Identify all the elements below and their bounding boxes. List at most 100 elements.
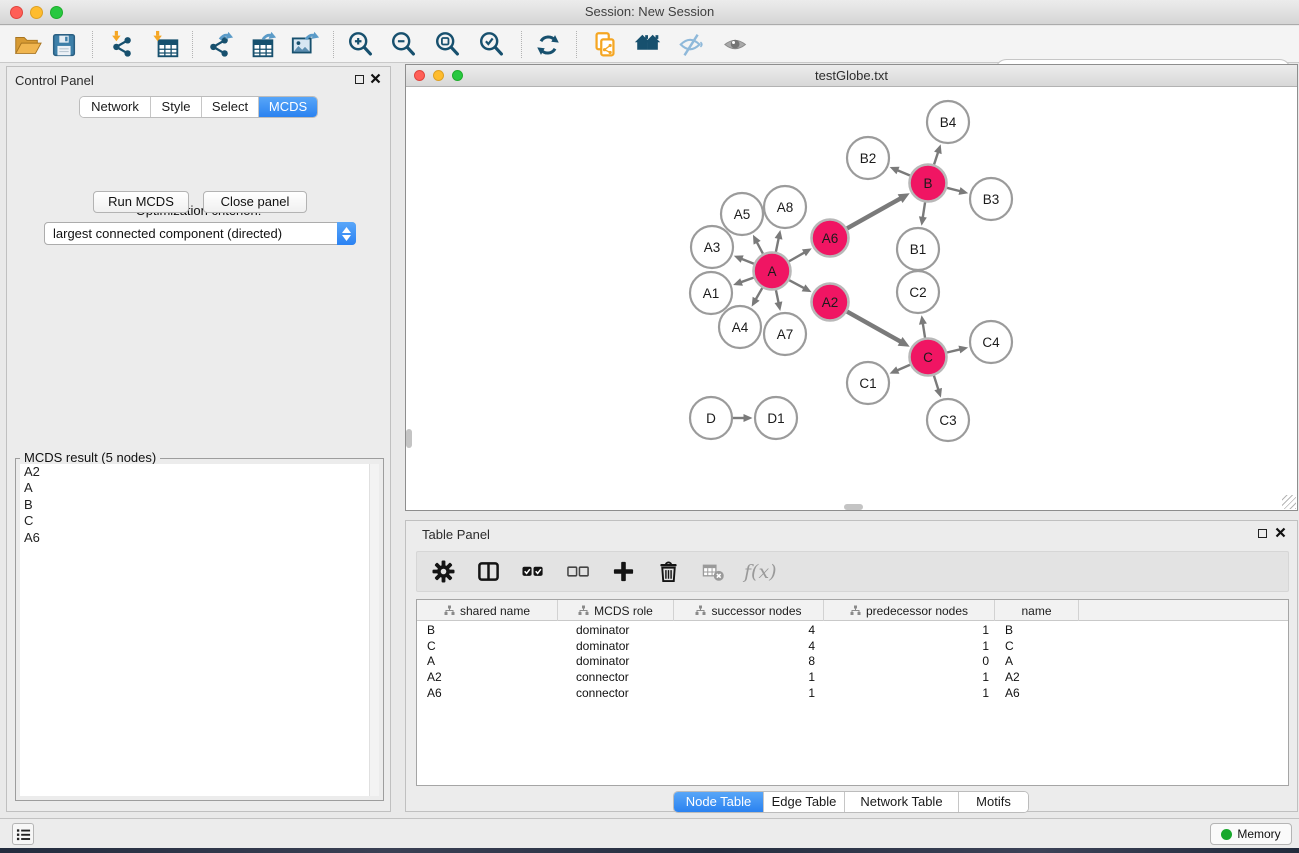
cell-successor-nodes[interactable]: 4 [674,623,824,639]
network-maximize-button[interactable] [452,70,463,81]
column-header-MCDS-role[interactable]: MCDS role [558,600,674,621]
graph-node-C[interactable]: C [910,339,947,376]
tab-network-table[interactable]: Network Table [845,792,959,812]
cell-MCDS-role[interactable]: dominator [558,654,674,670]
refresh-icon[interactable] [532,29,564,61]
edge-A-A4[interactable] [756,288,763,300]
edge-C-C3[interactable] [934,376,939,390]
cell-shared-name[interactable]: B [417,623,558,639]
cell-MCDS-role[interactable]: connector [558,670,674,686]
show-column-icon[interactable] [474,559,502,585]
criterion-dropdown[interactable]: largest connected component (directed) [44,222,356,245]
cell-successor-nodes[interactable]: 1 [674,670,824,686]
cell-name[interactable]: A6 [995,686,1079,702]
column-header-successor-nodes[interactable]: successor nodes [674,600,824,621]
tab-edge-table[interactable]: Edge Table [764,792,845,812]
close-panel-icon[interactable] [370,73,382,85]
save-session-icon[interactable] [48,29,80,61]
mcds-result-item[interactable]: A [20,480,379,496]
table-row-A6[interactable]: A6connector11A6 [417,686,1288,702]
cell-predecessor-nodes[interactable]: 1 [824,670,995,686]
tab-style[interactable]: Style [151,97,202,117]
edge-B-B2[interactable] [897,170,910,175]
edge-A-A6[interactable] [789,252,805,261]
create-column-icon[interactable] [609,559,637,585]
cell-MCDS-role[interactable]: dominator [558,639,674,655]
column-header-shared-name[interactable]: shared name [417,600,558,621]
close-panel-button[interactable]: Close panel [203,191,307,213]
cell-MCDS-role[interactable]: connector [558,686,674,702]
cell-MCDS-role[interactable]: dominator [558,623,674,639]
zoom-fit-icon[interactable] [432,29,464,61]
cell-shared-name[interactable]: A2 [417,670,558,686]
result-scrollbar[interactable] [369,464,379,796]
graph-node-C2[interactable]: C2 [897,271,939,313]
edge-A-A2[interactable] [789,280,804,288]
column-header-name[interactable]: name [995,600,1079,621]
graph-node-B3[interactable]: B3 [970,178,1012,220]
tab-mcds[interactable]: MCDS [259,97,317,117]
vertical-scroll-nub[interactable] [406,429,412,448]
edge-A-A3[interactable] [741,259,754,264]
float-table-panel-icon[interactable] [1258,529,1267,538]
memory-button[interactable]: Memory [1210,823,1292,845]
edge-C-C1[interactable] [897,365,910,371]
edge-A-A7[interactable] [776,290,779,303]
cell-name[interactable]: A2 [995,670,1079,686]
edge-C-C4[interactable] [947,349,960,352]
delete-table-icon[interactable] [699,559,727,585]
export-network-icon[interactable] [203,29,235,61]
graph-node-C4[interactable]: C4 [970,321,1012,363]
network-window-titlebar[interactable]: testGlobe.txt [406,65,1297,87]
function-builder-icon[interactable]: f(x) [744,561,777,583]
duplicate-network-icon[interactable] [589,29,621,61]
horizontal-scroll-nub[interactable] [844,504,863,510]
float-panel-icon[interactable] [355,75,364,84]
cell-name[interactable]: B [995,623,1079,639]
mcds-result-item[interactable]: B [20,497,379,513]
cell-predecessor-nodes[interactable]: 1 [824,639,995,655]
edge-A6-B[interactable] [847,198,901,228]
select-all-columns-icon[interactable] [519,559,547,585]
network-canvas[interactable]: B4B2BB3A8A5A6A3B1AC2A1A2A4A7C4CC1C3DD1 [406,87,1297,510]
tab-network[interactable]: Network [80,97,151,117]
graph-node-B2[interactable]: B2 [847,137,889,179]
maximize-window-button[interactable] [50,6,63,19]
edge-B-B1[interactable] [923,202,925,218]
cell-shared-name[interactable]: A [417,654,558,670]
close-table-panel-icon[interactable] [1275,527,1287,539]
show-panel-icon[interactable] [721,29,753,61]
graph-node-A[interactable]: A [754,253,791,290]
tab-node-table[interactable]: Node Table [674,792,764,812]
graph-node-C1[interactable]: C1 [847,362,889,404]
cell-name[interactable]: A [995,654,1079,670]
table-row-B[interactable]: Bdominator41B [417,623,1288,639]
edge-A-A5[interactable] [757,242,763,254]
edge-A-A8[interactable] [776,238,779,252]
cell-predecessor-nodes[interactable]: 1 [824,623,995,639]
import-network-icon[interactable] [106,29,138,61]
resize-grip-icon[interactable] [1282,495,1296,509]
cell-successor-nodes[interactable]: 4 [674,639,824,655]
cell-successor-nodes[interactable]: 8 [674,654,824,670]
graph-node-A1[interactable]: A1 [690,272,732,314]
tab-motifs[interactable]: Motifs [959,792,1028,812]
tab-select[interactable]: Select [202,97,259,117]
table-row-C[interactable]: Cdominator41C [417,639,1288,655]
export-table-icon[interactable] [246,29,278,61]
zoom-in-icon[interactable] [345,29,377,61]
edge-B-B3[interactable] [947,188,961,191]
cell-shared-name[interactable]: C [417,639,558,655]
mcds-result-list[interactable]: A2ABCA6 [20,464,379,796]
cell-successor-nodes[interactable]: 1 [674,686,824,702]
graph-node-A4[interactable]: A4 [719,306,761,348]
cell-name[interactable]: C [995,639,1079,655]
mcds-result-item[interactable]: C [20,513,379,529]
graph-node-A8[interactable]: A8 [764,186,806,228]
graph-node-B[interactable]: B [910,165,947,202]
graph-node-A3[interactable]: A3 [691,226,733,268]
graph-node-B4[interactable]: B4 [927,101,969,143]
zoom-selected-icon[interactable] [476,29,508,61]
task-history-button[interactable] [12,823,34,845]
graph-node-A5[interactable]: A5 [721,193,763,235]
